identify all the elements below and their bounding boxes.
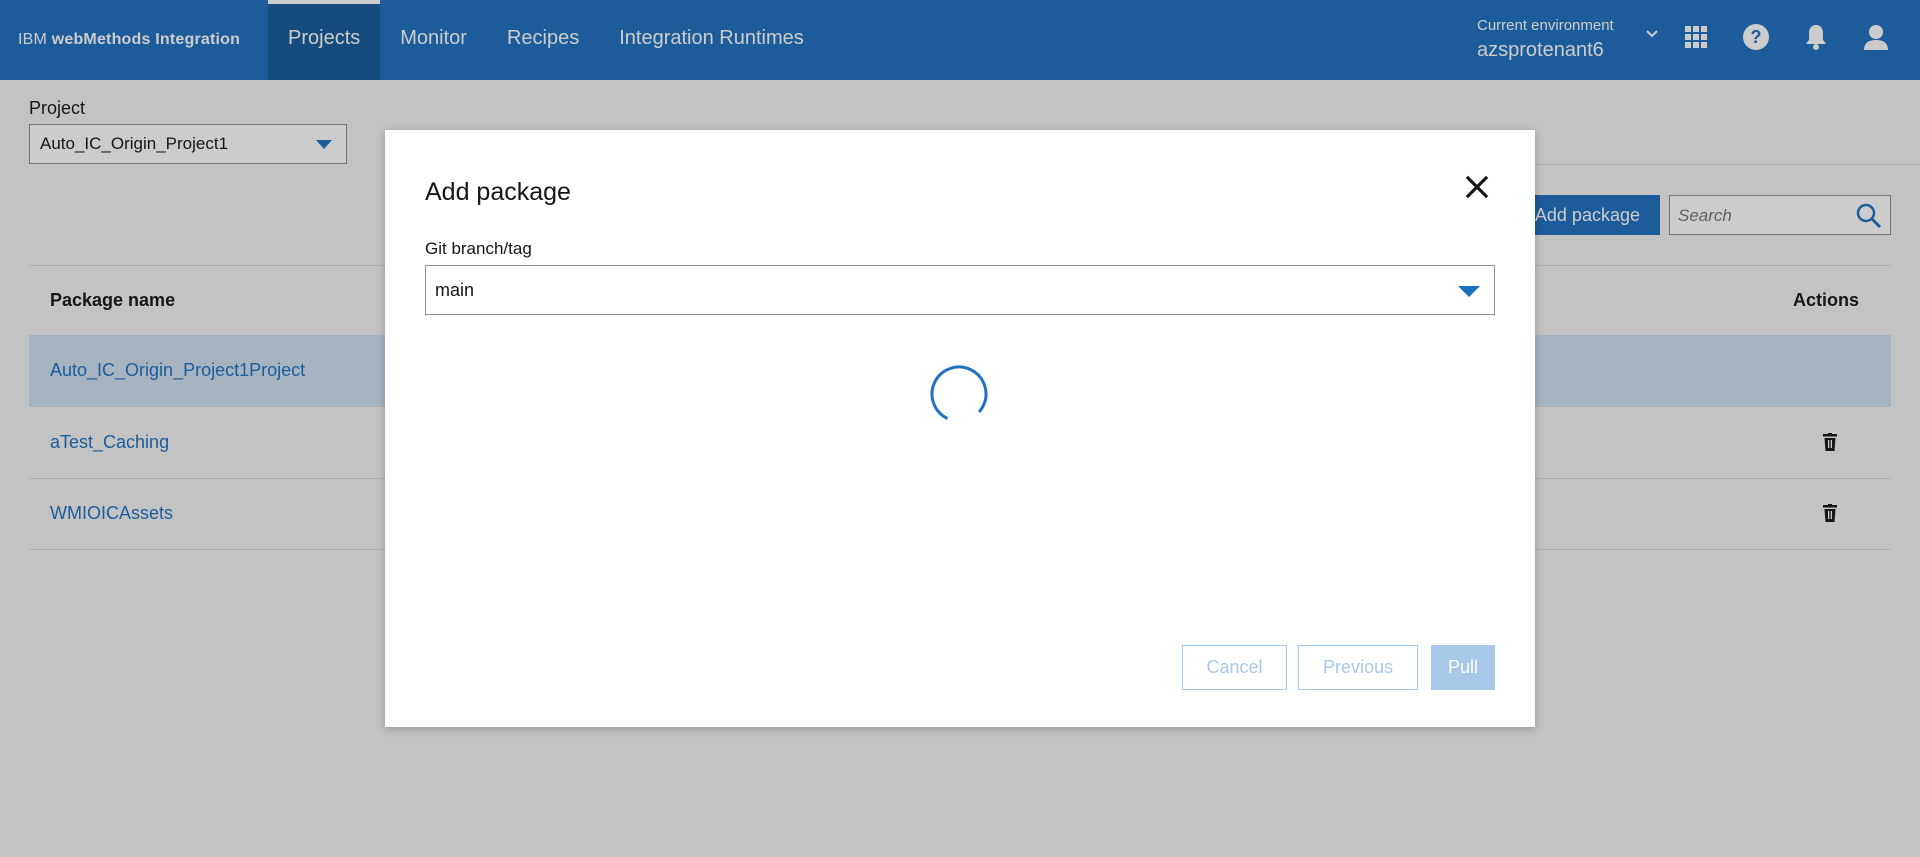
- add-package-dialog: Add package Git branch/tag main Cancel P…: [385, 130, 1535, 727]
- git-branch-value: main: [435, 280, 475, 300]
- caret-down-icon: [1458, 286, 1480, 297]
- loading-spinner: [930, 365, 988, 423]
- close-icon[interactable]: [1465, 175, 1489, 199]
- cancel-button[interactable]: Cancel: [1182, 645, 1287, 690]
- pull-button[interactable]: Pull: [1431, 645, 1495, 690]
- dialog-title: Add package: [425, 178, 571, 206]
- git-branch-label: Git branch/tag: [425, 239, 532, 258]
- git-branch-select[interactable]: main: [425, 265, 1495, 315]
- previous-button[interactable]: Previous: [1298, 645, 1418, 690]
